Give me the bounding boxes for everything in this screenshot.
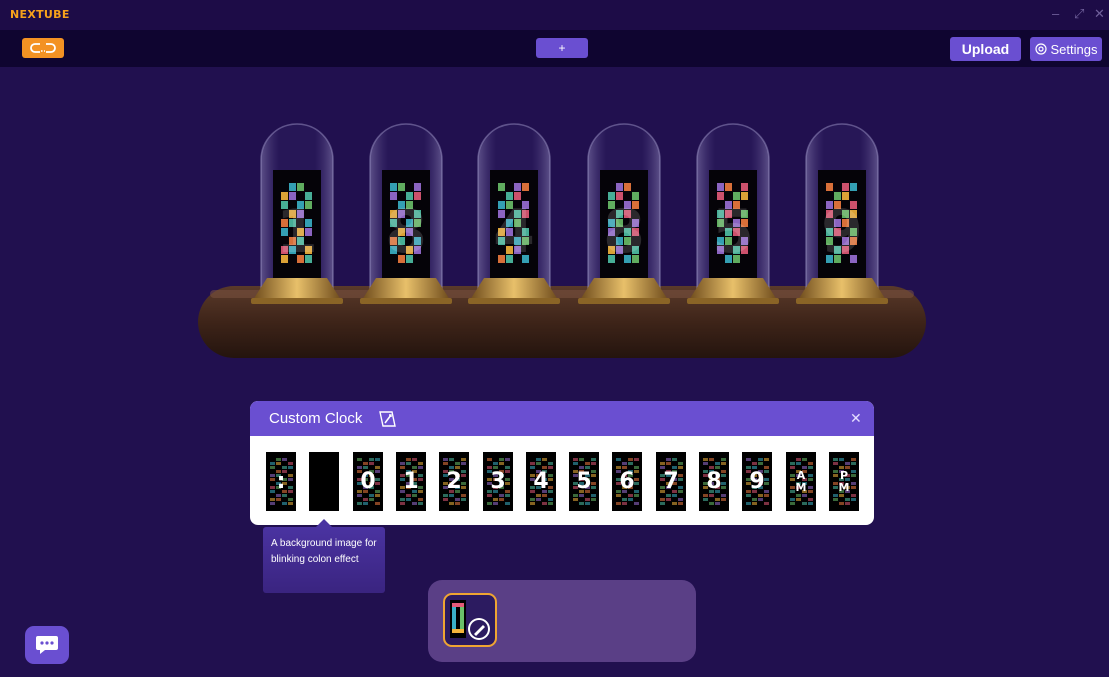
tooltip-text: A background image for blinking colon ef…: [271, 538, 377, 565]
edit-icon[interactable]: [377, 409, 399, 429]
tile-9[interactable]: 9: [742, 452, 772, 511]
nixie-tube: 5: [687, 123, 779, 304]
tile-blank[interactable]: [309, 452, 339, 511]
tube-digit: 8: [385, 197, 427, 267]
tile-6[interactable]: 6: [612, 452, 642, 511]
nixie-tube: 8: [360, 123, 452, 304]
tile-label: 4: [533, 468, 549, 494]
custom-theme-icon: [450, 600, 490, 640]
tooltip: A background image for blinking colon ef…: [263, 527, 385, 593]
tile-pm[interactable]: PM: [829, 452, 859, 511]
tile-label: AM: [795, 468, 807, 494]
tube-digit: 1: [276, 197, 318, 267]
tube-digit: 9: [821, 197, 863, 267]
tile-label: 2: [446, 468, 462, 494]
tile-5[interactable]: 5: [569, 452, 599, 511]
tile-label: PM: [838, 468, 850, 494]
tile-label: 9: [749, 468, 765, 494]
custom-clock-panel: Custom Clock ✕ : 0 1 2 3 4 5 6 7 8 9 AM PM: [250, 401, 874, 525]
tile-1[interactable]: 1: [396, 452, 426, 511]
tile-8[interactable]: 8: [699, 452, 729, 511]
chat-button[interactable]: [25, 626, 69, 664]
tile-0[interactable]: 0: [353, 452, 383, 511]
nixie-tube: 4: [468, 123, 560, 304]
tile-7[interactable]: 7: [656, 452, 686, 511]
nixie-tube: 1: [251, 123, 343, 304]
tile-4[interactable]: 4: [526, 452, 556, 511]
tile-label: 7: [663, 468, 679, 494]
tube-digit: 5: [712, 197, 754, 267]
nixie-clock-device: 184859: [198, 123, 926, 358]
tile-2[interactable]: 2: [439, 452, 469, 511]
tile-colon[interactable]: :: [266, 452, 296, 511]
panel-title: Custom Clock: [269, 410, 363, 427]
tube-digit: 8: [603, 197, 645, 267]
tile-label: 3: [490, 468, 506, 494]
nixie-tube: 8: [578, 123, 670, 304]
panel-close-icon[interactable]: ✕: [850, 410, 862, 427]
nixie-tube: 9: [796, 123, 888, 304]
tile-label: 0: [360, 468, 376, 494]
tube-digit: 4: [493, 197, 535, 267]
tile-label: 6: [619, 468, 635, 494]
custom-theme-button[interactable]: [443, 593, 497, 647]
tile-label: 5: [576, 468, 592, 494]
tile-label: :: [276, 468, 286, 494]
tile-3[interactable]: 3: [483, 452, 513, 511]
chat-icon: [36, 636, 58, 654]
tooltip-caret: [316, 519, 332, 527]
tile-label: 8: [706, 468, 722, 494]
tile-label: 1: [403, 468, 419, 494]
tile-label: [309, 452, 339, 511]
tile-am[interactable]: AM: [786, 452, 816, 511]
